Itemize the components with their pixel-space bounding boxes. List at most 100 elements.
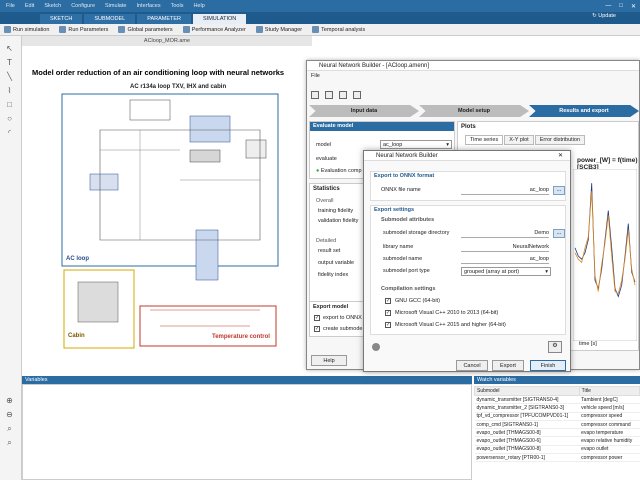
status-icon — [372, 343, 380, 351]
export-model-panel: Export model ✓ export to ONNX ✓ create s… — [309, 301, 369, 337]
global-parameters-button[interactable]: Global parameters — [118, 26, 173, 33]
table-row[interactable]: dynamic_transmitter [SIGTRANS0-4] Tambien… — [474, 395, 640, 405]
tab-simulation[interactable]: SIMULATION — [193, 14, 247, 24]
plot-tabs: Time series X-Y plot Error distribution — [465, 135, 586, 145]
export-button[interactable]: Export — [492, 360, 524, 371]
run-parameters-button[interactable]: Run Parameters — [59, 26, 108, 33]
menu-tools[interactable]: Tools — [171, 3, 184, 9]
menu-help[interactable]: Help — [193, 3, 204, 9]
msvc2015-checkbox[interactable]: ✓ — [385, 322, 391, 328]
analyzer-icon — [182, 26, 190, 33]
table-row[interactable]: powersensor_rotary [PTR00-1] compressor p… — [474, 453, 640, 463]
title-cell: evapo temperature — [579, 428, 640, 438]
gcc-checkbox[interactable]: ✓ — [385, 298, 391, 304]
storage-browse-button[interactable]: ... — [553, 229, 565, 238]
tab-submodel[interactable]: SUBMODEL — [84, 14, 136, 24]
tab-error-distribution[interactable]: Error distribution — [534, 135, 586, 145]
col-submodel[interactable]: Submodel — [474, 386, 580, 396]
menu-edit[interactable]: Edit — [25, 3, 34, 9]
table-row[interactable]: evapo_outlet [THMAGS00-8] evapo temperatu… — [474, 428, 640, 438]
close-icon[interactable]: ✕ — [558, 152, 563, 159]
close-icon[interactable]: ✕ — [631, 3, 636, 10]
gcc-label: GNU GCC (64-bit) — [395, 298, 440, 304]
submodel-cell: evapo_outlet [THMAGS00-8] — [474, 445, 580, 455]
update-label: Update — [598, 13, 616, 19]
zoom-fit-icon[interactable]: ⌕ — [5, 424, 14, 433]
step-model-setup[interactable]: Model setup — [419, 105, 529, 117]
step-input-data[interactable]: Input data — [309, 105, 419, 117]
text-icon[interactable]: T — [5, 58, 14, 67]
menu-interfaces[interactable]: Interfaces — [136, 3, 160, 9]
port-type-label: submodel port type — [383, 268, 430, 274]
arc-icon[interactable]: ◜ — [5, 128, 14, 137]
table-row[interactable]: evapo_outlet [THMAGS00-6] evapo relative … — [474, 436, 640, 446]
temporal-analysis-label: Temporal analysis — [321, 26, 366, 33]
create-submodel-label: create submode — [323, 326, 363, 332]
create-submodel-checkbox[interactable]: ✓ — [314, 326, 320, 332]
title-cell: evapo outlet — [579, 445, 640, 455]
settings-gear-icon[interactable]: ⚙ — [548, 341, 562, 353]
model-select[interactable]: ac_loop ▾ — [380, 140, 452, 149]
menu-file[interactable]: File — [6, 3, 15, 9]
table-row[interactable]: evapo_outlet [THMAGS00-8] evapo outlet — [474, 445, 640, 455]
onnx-browse-button[interactable]: ... — [553, 186, 565, 195]
temporal-analysis-button[interactable]: Temporal analysis — [312, 26, 365, 33]
msvc2010-checkbox[interactable]: ✓ — [385, 310, 391, 316]
menu-configure[interactable]: Configure — [71, 3, 95, 9]
pointer-icon[interactable]: ↖ — [5, 44, 14, 53]
cabin-label: Cabin — [68, 333, 85, 339]
performance-analyzer-button[interactable]: Performance Analyzer — [182, 26, 246, 33]
title-cell: compressor power — [579, 453, 640, 463]
export-icon[interactable] — [353, 91, 361, 99]
run-icon — [4, 26, 11, 33]
finish-button[interactable]: Finish — [530, 360, 566, 371]
variables-panel[interactable] — [22, 384, 472, 480]
ellipse-icon[interactable]: ○ — [5, 114, 14, 123]
submodel-name-input[interactable]: ac_loop — [461, 256, 549, 264]
tab-time-series[interactable]: Time series — [465, 135, 504, 145]
library-name-input[interactable]: NeuralNetwork — [461, 244, 549, 252]
update-button[interactable]: ↻ Update — [592, 13, 616, 19]
tab-sketch[interactable]: SKETCH — [40, 14, 83, 24]
cancel-button[interactable]: Cancel — [456, 360, 488, 371]
title-cell: compressor speed — [579, 412, 640, 421]
minimize-icon[interactable]: — — [605, 3, 611, 9]
onnx-file-input[interactable]: ac_loop — [461, 187, 549, 195]
zoom-out-icon[interactable]: ⊖ — [5, 410, 14, 419]
tab-xy-plot[interactable]: X-Y plot — [504, 135, 534, 145]
export-onnx-checkbox[interactable]: ✓ — [314, 315, 320, 321]
storage-dir-input[interactable]: Demo — [461, 230, 549, 238]
help-button[interactable]: Help — [311, 355, 347, 366]
run-simulation-button[interactable]: Run simulation — [4, 26, 49, 33]
port-type-select[interactable]: grouped (array at port) ▾ — [461, 267, 551, 276]
watch-variables-header: Watch variables — [474, 376, 640, 384]
export-dialog: Neural Network Builder ✕ Export to ONNX … — [363, 150, 571, 372]
zoom-area-icon[interactable]: ⌕ — [5, 438, 14, 447]
tab-parameter[interactable]: PARAMETER — [137, 14, 192, 24]
maximize-icon[interactable]: □ — [619, 3, 623, 9]
rectangle-icon[interactable]: □ — [5, 100, 14, 109]
open-icon[interactable] — [311, 91, 319, 99]
parameters-icon — [59, 26, 67, 33]
table-row[interactable]: dynamic_transmitter_2 [SIGTRANS0-3] vehic… — [474, 403, 640, 413]
sketch-file-tab[interactable]: ACloop_MOR.ame — [22, 36, 312, 46]
menu-sketch[interactable]: Sketch — [44, 3, 61, 9]
power-time-plot[interactable] — [573, 169, 637, 341]
evaluation-status: ● Evaluation comp — [316, 168, 362, 174]
save-icon[interactable] — [325, 91, 333, 99]
step-results-export[interactable]: Results and export — [529, 105, 639, 117]
import-icon[interactable] — [339, 91, 347, 99]
zoom-in-icon[interactable]: ⊕ — [5, 396, 14, 405]
col-title[interactable]: Title — [578, 386, 640, 396]
polyline-icon[interactable]: ⌇ — [5, 86, 14, 95]
toolbar: Run simulation Run Parameters Global par… — [0, 24, 640, 36]
menu-simulate[interactable]: Simulate — [105, 3, 126, 9]
line-icon[interactable]: ╲ — [5, 72, 14, 81]
table-row[interactable]: tpf_vd_compressor [TPFUCOMPVD01-1] compre… — [474, 412, 640, 421]
study-manager-button[interactable]: Study Manager — [255, 26, 302, 33]
export-onnx-label: export to ONNX — [323, 315, 362, 321]
global-parameters-label: Global parameters — [127, 26, 173, 33]
workflow-steps: Input data Model setup Results and expor… — [309, 105, 639, 117]
nnb-file-menu[interactable]: File — [311, 73, 320, 79]
table-row[interactable]: comp_cmd [SIGTRANS0-1] compressor command — [474, 420, 640, 430]
